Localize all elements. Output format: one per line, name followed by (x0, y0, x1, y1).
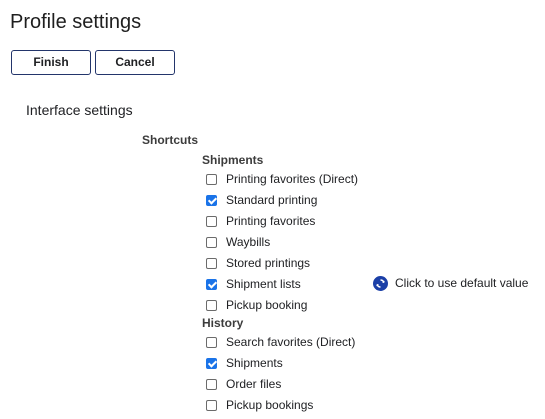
profile-settings-page: Profile settings Finish Cancel Interface… (0, 0, 545, 419)
use-default-value-link[interactable]: Click to use default value (373, 275, 528, 291)
option-standard-printing[interactable]: Standard printing (206, 192, 317, 208)
finish-button[interactable]: Finish (11, 50, 91, 75)
option-history-shipments[interactable]: Shipments (206, 355, 283, 371)
use-default-value-label: Click to use default value (395, 276, 529, 290)
option-label: Stored printings (226, 256, 311, 270)
option-shipment-lists[interactable]: Shipment lists (206, 276, 301, 292)
checkbox[interactable] (206, 194, 217, 206)
checkbox[interactable] (206, 257, 217, 269)
checkbox[interactable] (206, 236, 217, 248)
option-label: Standard printing (226, 193, 318, 207)
option-printing-favorites[interactable]: Printing favorites (206, 213, 315, 229)
checkbox[interactable] (206, 173, 217, 185)
option-label: Pickup bookings (226, 398, 314, 412)
option-search-favorites-direct[interactable]: Search favorites (Direct) (206, 334, 355, 350)
option-order-files[interactable]: Order files (206, 376, 281, 392)
checkbox[interactable] (206, 278, 217, 290)
option-label: Order files (226, 377, 282, 391)
checkbox[interactable] (206, 299, 217, 311)
option-pickup-booking[interactable]: Pickup booking (206, 297, 307, 313)
option-label: Shipment lists (226, 277, 301, 291)
option-pickup-bookings[interactable]: Pickup bookings (206, 397, 313, 413)
page-title: Profile settings (10, 11, 142, 33)
option-label: Pickup booking (226, 298, 308, 312)
history-group-label: History (202, 316, 244, 330)
checkbox[interactable] (206, 378, 217, 390)
option-label: Printing favorites (226, 214, 316, 228)
checkbox[interactable] (206, 399, 217, 411)
checkbox[interactable] (206, 336, 217, 348)
option-label: Shipments (226, 356, 283, 370)
option-stored-printings[interactable]: Stored printings (206, 255, 310, 271)
cancel-button[interactable]: Cancel (95, 50, 175, 75)
option-label: Search favorites (Direct) (226, 335, 356, 349)
reset-default-icon[interactable] (373, 275, 388, 291)
option-printing-favorites-direct[interactable]: Printing favorites (Direct) (206, 171, 358, 187)
option-label: Printing favorites (Direct) (226, 172, 359, 186)
interface-settings-title: Interface settings (26, 102, 133, 118)
option-waybills[interactable]: Waybills (206, 234, 270, 250)
shipments-group-label: Shipments (202, 153, 264, 167)
checkbox[interactable] (206, 357, 217, 369)
checkbox[interactable] (206, 215, 217, 227)
shortcuts-label: Shortcuts (142, 133, 199, 147)
option-label: Waybills (226, 235, 271, 249)
